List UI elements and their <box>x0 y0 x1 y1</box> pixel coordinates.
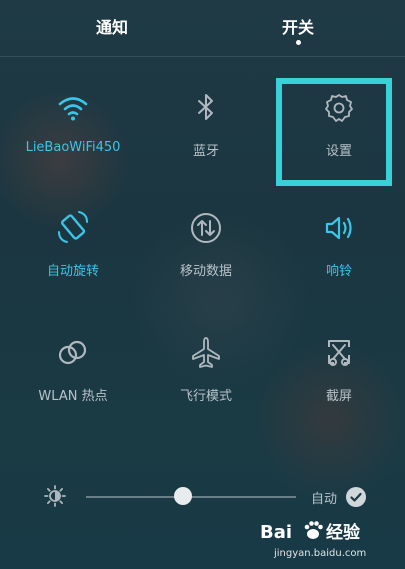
ringer-icon <box>321 210 357 246</box>
svg-text:Bai: Bai <box>260 522 292 543</box>
header-divider <box>0 56 405 57</box>
toggle-airplane-mode[interactable]: 飞行模式 <box>161 335 251 425</box>
brightness-icon <box>44 485 66 507</box>
ringer-label: 响铃 <box>325 264 352 279</box>
toggle-wifi[interactable]: LieBaoWiFi450 <box>26 90 120 180</box>
toggle-ringer[interactable]: 响铃 <box>294 210 384 300</box>
watermark-url: jingyan.baidu.com <box>274 548 367 559</box>
wifi-label: LieBaoWiFi450 <box>25 140 121 155</box>
screenshot-label: 截屏 <box>325 389 352 404</box>
active-tab-indicator <box>296 40 301 45</box>
bluetooth-label: 蓝牙 <box>192 144 219 159</box>
auto-rotate-label: 自动旋转 <box>46 264 99 279</box>
airplane-icon <box>188 335 224 371</box>
toggle-bluetooth[interactable]: 蓝牙 <box>161 90 251 180</box>
auto-brightness-label: 自动 <box>311 492 338 507</box>
screenshot-icon <box>321 335 357 371</box>
tab-notifications[interactable]: 通知 <box>96 14 128 38</box>
airplane-label: 飞行模式 <box>179 389 232 404</box>
mobile-data-label: 移动数据 <box>179 264 232 279</box>
svg-text:经验: 经验 <box>326 522 361 543</box>
rotate-icon <box>55 210 91 246</box>
screenshot-shortcut[interactable]: 截屏 <box>294 335 384 425</box>
mobile-data-icon <box>188 210 224 246</box>
hotspot-icon <box>55 335 91 371</box>
brightness-slider-thumb[interactable] <box>173 487 192 505</box>
toggle-hotspot[interactable]: WLAN 热点 <box>28 335 118 425</box>
auto-brightness-checkbox[interactable] <box>346 487 366 507</box>
settings-highlight-box <box>276 78 392 186</box>
tab-switches[interactable]: 开关 <box>282 14 314 38</box>
toggle-auto-rotate[interactable]: 自动旋转 <box>28 210 118 300</box>
baidu-jingyan-watermark: Bai 经验 jingyan.baidu.com <box>258 512 398 564</box>
toggle-mobile-data[interactable]: 移动数据 <box>161 210 251 300</box>
baidu-logo: Bai 经验 <box>260 521 361 543</box>
wifi-icon <box>55 90 91 126</box>
quick-panel-tabs: 通知 开关 <box>0 0 405 56</box>
hotspot-label: WLAN 热点 <box>38 389 108 404</box>
bluetooth-icon <box>188 90 224 126</box>
